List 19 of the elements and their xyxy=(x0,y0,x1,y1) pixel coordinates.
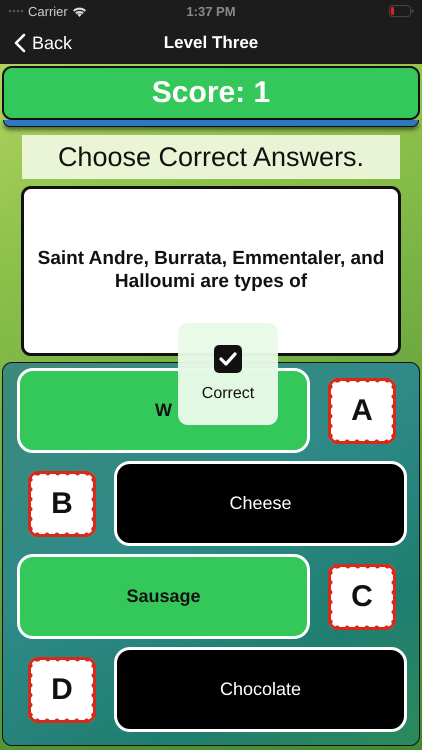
letter-badge: A xyxy=(328,378,396,444)
instruction-text: Choose Correct Answers. xyxy=(22,135,400,179)
answer-button[interactable]: Cheese xyxy=(114,461,407,546)
answer-button[interactable]: Chocolate xyxy=(114,647,407,732)
chevron-left-icon xyxy=(14,33,26,53)
letter-badge: C xyxy=(328,564,396,630)
letter-badge: B xyxy=(28,470,96,536)
carrier-name: Carrier xyxy=(28,4,68,18)
toast-label: Correct xyxy=(202,385,254,403)
battery-icon xyxy=(388,5,414,17)
score-banner: Score: 1 xyxy=(2,66,420,120)
answer-button[interactable]: Sausage xyxy=(17,554,310,639)
wifi-icon xyxy=(72,6,87,16)
clock-time: 1:37 PM xyxy=(186,4,236,18)
screen-title: Level Three xyxy=(164,33,258,53)
letter-badge: D xyxy=(28,656,96,722)
back-button[interactable]: Back xyxy=(10,32,76,54)
question-text: Saint Andre, Burrata, Emmentaler, and Halloumi are types of xyxy=(36,248,386,294)
signal-icon xyxy=(8,9,24,13)
